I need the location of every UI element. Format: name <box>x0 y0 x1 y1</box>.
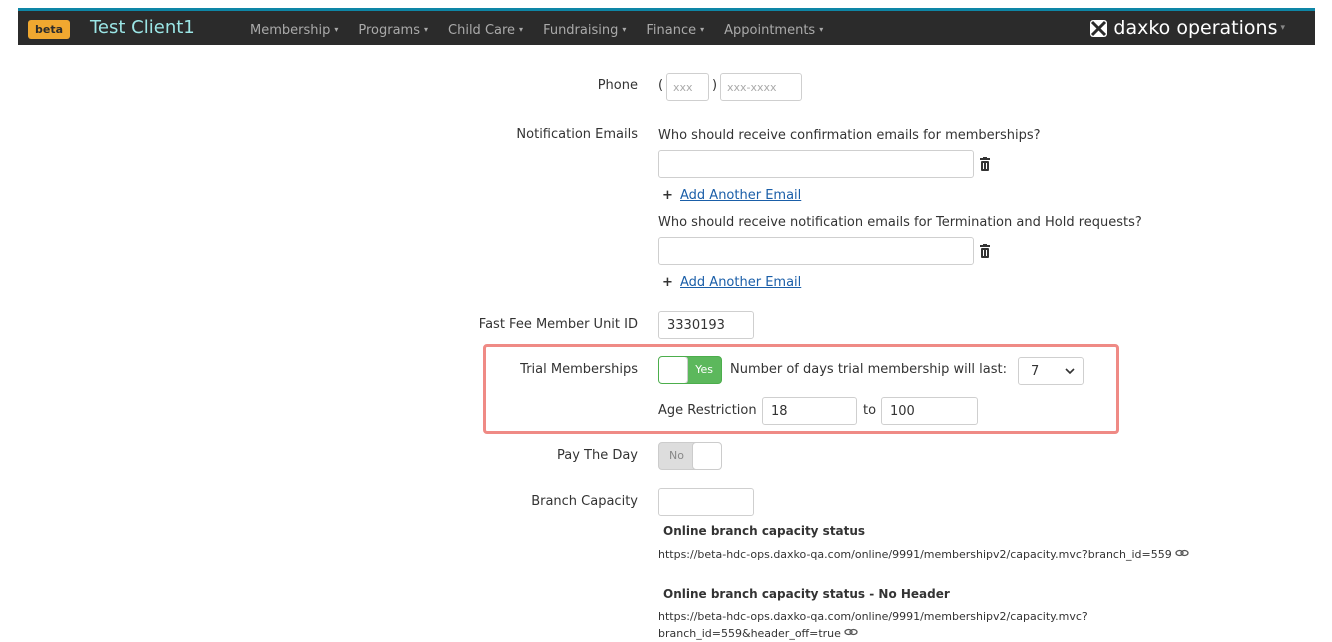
menu-finance[interactable]: Finance ▾ <box>646 21 704 40</box>
trial-memberships-toggle[interactable]: Yes <box>658 356 722 384</box>
termination-email-question: Who should receive notification emails f… <box>658 215 1142 230</box>
phone-label: Phone <box>597 78 638 93</box>
confirmation-email-input[interactable] <box>658 150 974 178</box>
toggle-label: No <box>669 449 684 462</box>
toggle-knob <box>659 357 688 383</box>
phone-area-code-input[interactable] <box>666 73 709 101</box>
main-menu: Membership ▾ Programs ▾ Child Care ▾ Fundra… <box>250 21 843 40</box>
fast-fee-input[interactable] <box>658 311 754 339</box>
capacity-no-header-url-line1[interactable]: https://beta-hdc-ops.daxko-qa.com/online… <box>658 610 1088 623</box>
product-name: daxko operations <box>1113 17 1278 39</box>
pay-the-day-toggle[interactable]: No <box>658 442 722 470</box>
navbar-bar: beta Test Client1 Membership ▾ Programs ▾ … <box>18 8 1315 45</box>
age-to-label: to <box>863 403 877 418</box>
capacity-status-title: Online branch capacity status <box>663 524 866 538</box>
menu-programs[interactable]: Programs ▾ <box>358 21 428 40</box>
age-min-input[interactable] <box>762 397 857 425</box>
trash-icon[interactable] <box>979 157 991 171</box>
plus-icon: + <box>662 275 673 290</box>
menu-fundraising[interactable]: Fundraising ▾ <box>543 21 626 40</box>
menu-child-care[interactable]: Child Care ▾ <box>448 21 523 40</box>
trial-days-label: Number of days trial membership will las… <box>730 362 1007 377</box>
plus-icon: + <box>662 188 673 203</box>
phone-open-paren: ( <box>658 78 664 93</box>
trial-days-value: 7 <box>1031 364 1040 379</box>
pay-the-day-label: Pay The Day <box>556 448 638 463</box>
toggle-knob <box>692 443 721 469</box>
fast-fee-label: Fast Fee Member Unit ID <box>478 317 638 332</box>
trash-icon[interactable] <box>979 244 991 258</box>
branch-capacity-input[interactable] <box>658 488 754 516</box>
termination-email-input[interactable] <box>658 237 974 265</box>
chevron-down-icon <box>1065 364 1075 381</box>
notification-emails-label: Notification Emails <box>516 127 638 142</box>
link-icon[interactable] <box>844 626 859 640</box>
toggle-label: Yes <box>695 363 713 376</box>
age-restriction-label: Age Restriction <box>658 403 757 418</box>
daxko-logo-icon <box>1090 19 1108 37</box>
menu-appointments[interactable]: Appointments ▾ <box>724 21 823 40</box>
add-another-email-link[interactable]: Add Another Email <box>680 275 801 290</box>
trial-days-select[interactable]: 7 <box>1018 357 1084 385</box>
branch-capacity-label: Branch Capacity <box>531 494 638 509</box>
chevron-down-icon: ▾ <box>1280 23 1285 33</box>
beta-badge: beta <box>28 20 71 39</box>
add-another-email-link[interactable]: Add Another Email <box>680 188 801 203</box>
menu-membership[interactable]: Membership ▾ <box>250 21 338 40</box>
product-switcher[interactable]: daxko operations ▾ <box>1090 15 1285 41</box>
capacity-no-header-url-line2[interactable]: branch_id=559&header_off=true <box>658 626 859 640</box>
chevron-down-icon: ▾ <box>424 25 429 34</box>
phone-close-paren: ) <box>712 78 718 93</box>
chevron-down-icon: ▾ <box>622 25 627 34</box>
capacity-status-url[interactable]: https://beta-hdc-ops.daxko-qa.com/online… <box>658 547 1189 561</box>
phone-number-input[interactable] <box>720 73 802 101</box>
capacity-no-header-title: Online branch capacity status - No Heade… <box>663 587 950 601</box>
chevron-down-icon: ▾ <box>334 25 339 34</box>
age-max-input[interactable] <box>881 397 978 425</box>
chevron-down-icon: ▾ <box>519 25 524 34</box>
link-icon[interactable] <box>1175 547 1189 561</box>
top-navbar: beta Test Client1 Membership ▾ Programs ▾ … <box>0 0 1332 56</box>
chevron-down-icon: ▾ <box>700 25 705 34</box>
confirmation-email-question: Who should receive confirmation emails f… <box>658 128 1041 143</box>
trial-memberships-label: Trial Memberships <box>520 362 638 377</box>
client-name[interactable]: Test Client1 <box>90 15 195 41</box>
chevron-down-icon: ▾ <box>819 25 824 34</box>
